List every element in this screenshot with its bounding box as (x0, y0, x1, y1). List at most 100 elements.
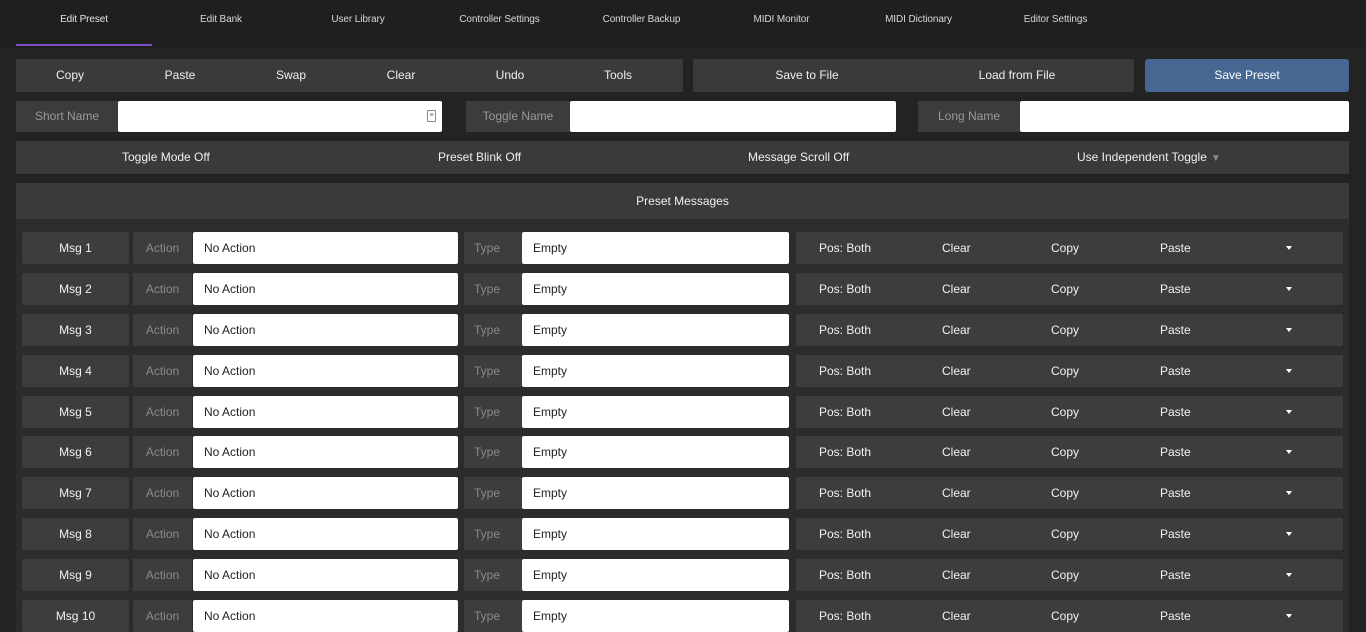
tools-button[interactable]: Tools (564, 59, 672, 92)
caret-down-icon[interactable] (1286, 410, 1292, 414)
long-name-input[interactable] (1020, 101, 1349, 132)
action-select[interactable]: No Action (193, 477, 458, 509)
message-label[interactable]: Msg 6 (22, 436, 129, 468)
preset-blink-button[interactable]: Preset Blink Off (438, 141, 521, 174)
message-label[interactable]: Msg 8 (22, 518, 129, 550)
row-paste-button[interactable]: Paste (1160, 232, 1191, 264)
row-paste-button[interactable]: Paste (1160, 477, 1191, 509)
row-clear-button[interactable]: Clear (942, 396, 971, 428)
action-select[interactable]: No Action (193, 314, 458, 346)
tab-edit-preset[interactable]: Edit Preset (16, 14, 152, 34)
contact-card-icon[interactable]: ≡ (427, 110, 436, 122)
caret-down-icon[interactable] (1286, 532, 1292, 536)
message-label[interactable]: Msg 1 (22, 232, 129, 264)
row-paste-button[interactable]: Paste (1160, 273, 1191, 305)
tab-controller-backup[interactable]: Controller Backup (580, 14, 703, 34)
row-copy-button[interactable]: Copy (1051, 355, 1079, 387)
position-button[interactable]: Pos: Both (819, 355, 871, 387)
position-button[interactable]: Pos: Both (819, 518, 871, 550)
row-clear-button[interactable]: Clear (942, 232, 971, 264)
position-button[interactable]: Pos: Both (819, 396, 871, 428)
tab-midi-dictionary[interactable]: MIDI Dictionary (861, 14, 976, 34)
load-from-file-button[interactable]: Load from File (907, 59, 1127, 92)
action-select[interactable]: No Action (193, 518, 458, 550)
action-select[interactable]: No Action (193, 559, 458, 591)
type-select[interactable]: Empty (522, 314, 789, 346)
message-label[interactable]: Msg 7 (22, 477, 129, 509)
row-copy-button[interactable]: Copy (1051, 436, 1079, 468)
row-paste-button[interactable]: Paste (1160, 559, 1191, 591)
copy-button[interactable]: Copy (16, 59, 124, 92)
short-name-input[interactable] (118, 101, 442, 132)
type-select[interactable]: Empty (522, 559, 789, 591)
caret-down-icon[interactable] (1286, 573, 1292, 577)
message-label[interactable]: Msg 3 (22, 314, 129, 346)
caret-down-icon[interactable] (1286, 450, 1292, 454)
row-copy-button[interactable]: Copy (1051, 518, 1079, 550)
row-paste-button[interactable]: Paste (1160, 436, 1191, 468)
toggle-name-input[interactable] (570, 101, 896, 132)
action-select[interactable]: No Action (193, 232, 458, 264)
type-select[interactable]: Empty (522, 600, 789, 632)
row-copy-button[interactable]: Copy (1051, 559, 1079, 591)
undo-button[interactable]: Undo (456, 59, 564, 92)
message-label[interactable]: Msg 5 (22, 396, 129, 428)
row-clear-button[interactable]: Clear (942, 518, 971, 550)
paste-button[interactable]: Paste (124, 59, 236, 92)
save-preset-button[interactable]: Save Preset (1145, 59, 1349, 92)
caret-down-icon[interactable] (1286, 328, 1292, 332)
tab-user-library[interactable]: User Library (305, 14, 411, 34)
row-copy-button[interactable]: Copy (1051, 396, 1079, 428)
row-copy-button[interactable]: Copy (1051, 314, 1079, 346)
action-select[interactable]: No Action (193, 273, 458, 305)
caret-down-icon[interactable] (1286, 246, 1292, 250)
tab-edit-bank[interactable]: Edit Bank (176, 14, 266, 34)
row-copy-button[interactable]: Copy (1051, 600, 1079, 632)
action-select[interactable]: No Action (193, 355, 458, 387)
row-clear-button[interactable]: Clear (942, 436, 971, 468)
row-clear-button[interactable]: Clear (942, 273, 971, 305)
row-clear-button[interactable]: Clear (942, 355, 971, 387)
clear-button[interactable]: Clear (346, 59, 456, 92)
row-paste-button[interactable]: Paste (1160, 600, 1191, 632)
type-select[interactable]: Empty (522, 477, 789, 509)
row-clear-button[interactable]: Clear (942, 600, 971, 632)
caret-down-icon[interactable] (1286, 287, 1292, 291)
row-copy-button[interactable]: Copy (1051, 273, 1079, 305)
toggle-mode-button[interactable]: Toggle Mode Off (122, 141, 210, 174)
row-paste-button[interactable]: Paste (1160, 355, 1191, 387)
position-button[interactable]: Pos: Both (819, 600, 871, 632)
row-copy-button[interactable]: Copy (1051, 232, 1079, 264)
row-clear-button[interactable]: Clear (942, 314, 971, 346)
row-clear-button[interactable]: Clear (942, 477, 971, 509)
position-button[interactable]: Pos: Both (819, 477, 871, 509)
message-label[interactable]: Msg 4 (22, 355, 129, 387)
swap-button[interactable]: Swap (236, 59, 346, 92)
caret-down-icon[interactable] (1286, 369, 1292, 373)
position-button[interactable]: Pos: Both (819, 436, 871, 468)
type-select[interactable]: Empty (522, 232, 789, 264)
row-paste-button[interactable]: Paste (1160, 314, 1191, 346)
row-clear-button[interactable]: Clear (942, 559, 971, 591)
tab-midi-monitor[interactable]: MIDI Monitor (731, 14, 832, 34)
caret-down-icon[interactable] (1286, 491, 1292, 495)
tab-controller-settings[interactable]: Controller Settings (436, 14, 563, 34)
position-button[interactable]: Pos: Both (819, 232, 871, 264)
message-scroll-button[interactable]: Message Scroll Off (748, 141, 849, 174)
message-label[interactable]: Msg 2 (22, 273, 129, 305)
type-select[interactable]: Empty (522, 396, 789, 428)
type-select[interactable]: Empty (522, 436, 789, 468)
save-to-file-button[interactable]: Save to File (693, 59, 921, 92)
row-paste-button[interactable]: Paste (1160, 396, 1191, 428)
message-label[interactable]: Msg 9 (22, 559, 129, 591)
action-select[interactable]: No Action (193, 436, 458, 468)
message-label[interactable]: Msg 10 (22, 600, 129, 632)
type-select[interactable]: Empty (522, 518, 789, 550)
type-select[interactable]: Empty (522, 273, 789, 305)
action-select[interactable]: No Action (193, 600, 458, 632)
type-select[interactable]: Empty (522, 355, 789, 387)
action-select[interactable]: No Action (193, 396, 458, 428)
position-button[interactable]: Pos: Both (819, 273, 871, 305)
independent-toggle-button[interactable]: Use Independent Toggle ▼ (1077, 141, 1221, 174)
tab-editor-settings[interactable]: Editor Settings (1000, 14, 1111, 34)
